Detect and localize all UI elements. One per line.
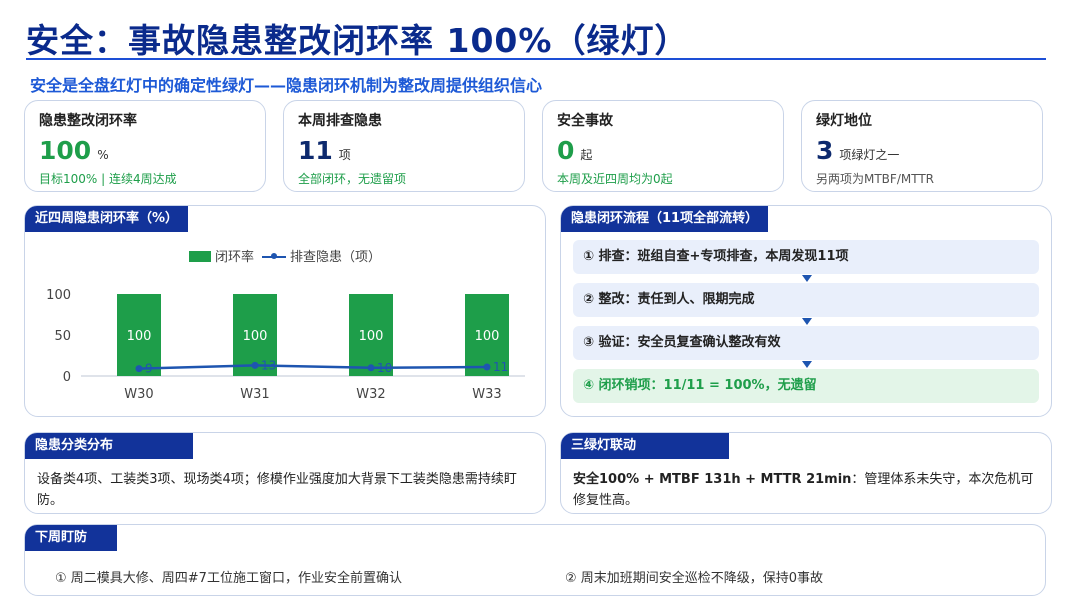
kpi-value: 11 [298, 136, 333, 165]
kpi-value: 3 [816, 136, 834, 165]
flow-arrow-icon [802, 275, 812, 282]
closure-rate-chart: 0 50 100 100 100 100 100 W30 W31 W32 W33 9 13 10 11 [46, 288, 525, 402]
kpi-label: 隐患整改闭环率 [39, 113, 137, 129]
line-data-label: 11 [493, 360, 508, 374]
kpi-unit: 项 [338, 148, 351, 162]
chart-panel: 近四周隐患闭环率（%） 闭环率 排查隐患（项） 0 50 100 100 100 100 10… [24, 205, 546, 417]
page-title: 安全：事故隐患整改闭环率 100%（绿灯） [26, 21, 689, 60]
bar-data-label: 100 [127, 329, 152, 344]
x-tick-label: W31 [240, 387, 269, 402]
bar-data-label: 100 [475, 329, 500, 344]
linkage-metrics: 安全100% + MTBF 131h + MTTR 21min [573, 472, 852, 487]
kpi-card-hazards-found: 本周排查隐患 11 项 全部闭环，无遗留项 [283, 100, 525, 192]
kpi-card-closure-rate: 隐患整改闭环率 100 % 目标100% | 连续4周达成 [24, 100, 266, 192]
next-week-item-2: ② 周末加班期间安全巡检不降级，保持0事故 [565, 571, 824, 586]
distribution-panel: 隐患分类分布 设备类4项、工装类3项、现场类4项；修模作业强度加大背景下工装类隐… [24, 432, 546, 514]
x-tick-label: W33 [472, 387, 501, 402]
kpi-label: 绿灯地位 [816, 113, 872, 129]
kpi-card-accidents: 安全事故 0 起 本周及近四周均为0起 [542, 100, 784, 192]
kpi-unit: 项绿灯之一 [839, 148, 900, 162]
flow-arrow-icon [802, 318, 812, 325]
line-point-W33 [483, 363, 491, 371]
linkage-panel-title: 三绿灯联动 [561, 433, 729, 459]
line-point-W32 [367, 364, 375, 372]
y-tick-label: 50 [54, 329, 71, 344]
kpi-card-green-status: 绿灯地位 3 项绿灯之一 另两项为MTBF/MTTR [801, 100, 1043, 192]
flow-arrow-icon [802, 361, 812, 368]
line-series [138, 364, 488, 370]
line-data-label: 10 [377, 361, 392, 375]
bar-data-label: 100 [243, 329, 268, 344]
kpi-unit: % [97, 148, 109, 162]
next-week-panel: 下周盯防 ① 周二模具大修、周四#7工位施工窗口，作业安全前置确认 ② 周末加班… [24, 524, 1046, 596]
kpi-note: 目标100% | 连续4周达成 [39, 172, 177, 186]
distribution-text: 设备类4项、工装类3项、现场类4项；修模作业强度加大背景下工装类隐患需持续盯防。 [37, 472, 517, 508]
linkage-panel: 三绿灯联动 安全100% + MTBF 131h + MTTR 21min：管理… [560, 432, 1052, 514]
flow-step-inspect: ① 排查：班组自查+专项排查，本周发现11项 [573, 240, 1039, 274]
flow-panel-title: 隐患闭环流程（11项全部流转） [561, 206, 769, 232]
distribution-panel-title: 隐患分类分布 [25, 433, 193, 459]
flow-panel: 隐患闭环流程（11项全部流转） ① 排查：班组自查+专项排查，本周发现11项 ②… [560, 205, 1052, 417]
y-tick-label: 100 [46, 288, 71, 303]
kpi-label: 安全事故 [557, 113, 613, 129]
kpi-value: 100 [39, 136, 92, 165]
x-tick-label: W30 [124, 387, 153, 402]
bar-data-label: 100 [359, 329, 384, 344]
line-point-W31 [251, 361, 259, 369]
line-data-label: 9 [145, 362, 153, 376]
next-week-panel-title: 下周盯防 [25, 525, 117, 551]
y-tick-label: 0 [63, 370, 71, 385]
flow-step-close: ④ 闭环销项：11/11 = 100%，无遗留 [573, 369, 1039, 403]
kpi-value: 0 [557, 136, 575, 165]
flow-step-rectify: ② 整改：责任到人、限期完成 [573, 283, 1039, 317]
next-week-item-1: ① 周二模具大修、周四#7工位施工窗口，作业安全前置确认 [55, 571, 402, 586]
kpi-note: 全部闭环，无遗留项 [298, 172, 407, 186]
kpi-note: 另两项为MTBF/MTTR [816, 172, 935, 186]
kpi-unit: 起 [580, 148, 593, 162]
linkage-text: 安全100% + MTBF 131h + MTTR 21min：管理体系未失守，… [573, 469, 1037, 511]
page-subtitle: 安全是全盘红灯中的确定性绿灯——隐患闭环机制为整改周提供组织信心 [30, 76, 543, 95]
line-point-W30 [135, 365, 143, 373]
kpi-label: 本周排查隐患 [298, 113, 382, 129]
kpi-note: 本周及近四周均为0起 [557, 172, 673, 186]
line-data-label: 13 [261, 358, 276, 372]
x-tick-label: W32 [356, 387, 385, 402]
flow-step-verify: ③ 验证：安全员复查确认整改有效 [573, 326, 1039, 360]
title-divider [26, 58, 1046, 60]
